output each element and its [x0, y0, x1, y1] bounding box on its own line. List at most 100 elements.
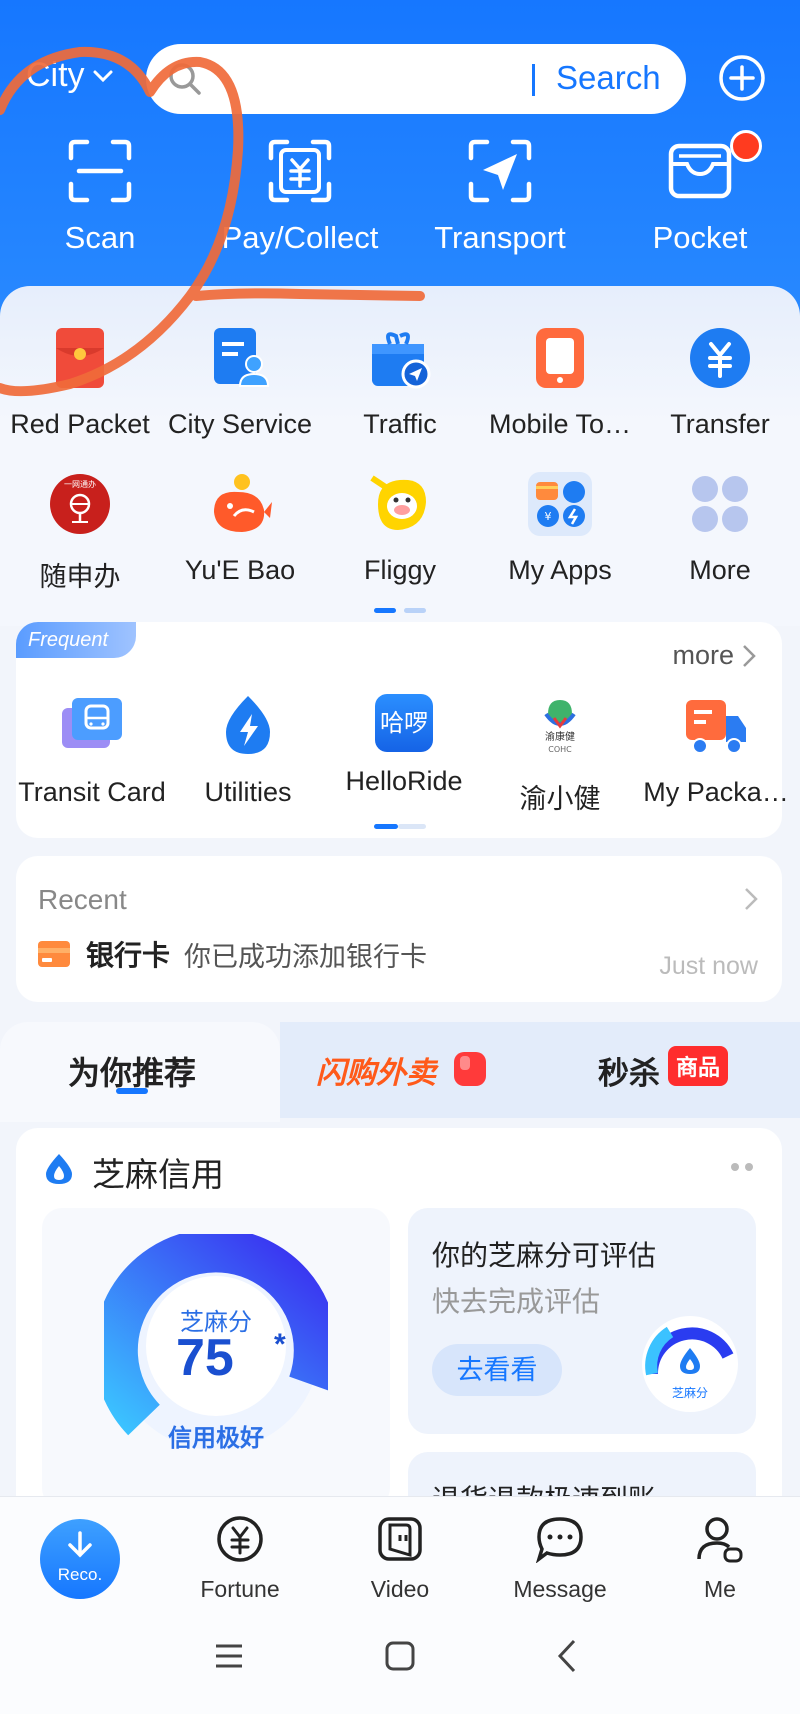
frequent-more-link[interactable]: more	[672, 640, 758, 671]
search-icon	[169, 63, 201, 95]
app-label: HelloRide	[345, 766, 463, 796]
flash-delivery-icon	[454, 1052, 486, 1086]
quick-action-transport[interactable]: Transport	[400, 136, 600, 266]
tab-label: Reco.	[57, 1565, 103, 1584]
city-service-icon	[214, 328, 270, 387]
pager-dot	[404, 608, 427, 613]
bank-card-label: 银行卡	[86, 940, 171, 971]
frequent-row: Transit Card Utilities 哈啰 HelloRide 渝康健 C…	[14, 694, 794, 816]
search-button[interactable]: Search	[556, 59, 661, 97]
city-selector[interactable]: City	[26, 56, 115, 95]
traffic-icon	[372, 332, 431, 389]
tab-active-indicator	[116, 1088, 148, 1094]
my-package-icon	[686, 700, 746, 754]
tab-flash-delivery[interactable]: 闪购外卖	[280, 1022, 530, 1118]
recent-label: Recent	[38, 884, 127, 915]
quick-action-pocket[interactable]: Pocket	[600, 130, 800, 266]
sesame-estimate-panel[interactable]: 你的芝麻分可评估 快去完成评估 去看看 芝麻分	[408, 1208, 756, 1434]
app-label: Transfer	[670, 409, 770, 439]
quick-actions: Scan Pay/Collect Transport Pocket	[0, 130, 800, 266]
app-label: Mobile To…	[488, 409, 632, 439]
yuebao-icon	[214, 474, 272, 532]
app-label: Utilities	[204, 777, 292, 807]
tab-label: Video	[370, 1576, 430, 1602]
message-icon	[535, 1517, 583, 1564]
app-fliggy[interactable]: Fliggy	[320, 472, 480, 594]
scan-icon	[68, 139, 132, 203]
estimate-view-button[interactable]: 去看看	[432, 1344, 562, 1396]
red-packet-icon	[56, 328, 104, 388]
fortune-icon	[217, 1516, 263, 1562]
sesame-title: 芝麻信用	[92, 1156, 224, 1193]
app-label: Fliggy	[363, 555, 437, 585]
menu-icon[interactable]	[214, 1642, 244, 1670]
search-divider	[532, 64, 535, 96]
city-label: City	[26, 56, 85, 94]
add-icon[interactable]	[718, 54, 766, 102]
more-apps-icon	[692, 476, 748, 532]
app-mobile-topup[interactable]: Mobile To…	[480, 326, 640, 440]
helloride-icon: 哈啰	[375, 694, 433, 752]
app-label: Traffic	[363, 409, 437, 439]
tab-label: 闪购外卖	[316, 1057, 436, 1090]
quick-action-scan[interactable]: Scan	[0, 136, 200, 266]
more-label: more	[672, 640, 734, 670]
svg-text:COHC: COHC	[548, 745, 572, 754]
app-label: 随申办	[39, 562, 121, 592]
app-more[interactable]: More	[640, 472, 800, 594]
video-icon	[378, 1517, 422, 1561]
system-nav-bar	[0, 1620, 800, 1700]
tab-label: Message	[513, 1576, 607, 1602]
tab-reco[interactable]: Reco.	[40, 1519, 120, 1599]
sesame-score: 75	[176, 1329, 234, 1387]
tab-flash-sale[interactable]: 秒杀 商品	[530, 1022, 800, 1118]
app-suishenban[interactable]: 一网通办 随申办	[0, 472, 160, 594]
app-red-packet[interactable]: Red Packet	[0, 326, 160, 440]
sesame-score-mark: *	[274, 1328, 286, 1361]
transfer-icon	[690, 328, 750, 388]
tab-video[interactable]: Video	[340, 1515, 460, 1603]
quick-action-label: Transport	[434, 220, 566, 255]
back-icon[interactable]	[556, 1638, 578, 1674]
app-label: Red Packet	[10, 409, 150, 439]
app-yuebao[interactable]: Yu'E Bao	[160, 472, 320, 594]
utilities-icon	[226, 696, 270, 754]
home-icon[interactable]	[384, 1640, 416, 1672]
sesame-gauge[interactable]: 芝麻分 75 * 信用极好	[42, 1208, 390, 1508]
app-city-service[interactable]: City Service	[160, 326, 320, 440]
app-grid-row-2: 一网通办 随申办 Yu'E Bao Fliggy ¥ My Apps More	[0, 472, 800, 594]
tab-message[interactable]: Message	[500, 1515, 620, 1603]
frequent-transit-card[interactable]: Transit Card	[14, 694, 170, 816]
recent-card[interactable]: Recent 银行卡 你已成功添加银行卡 Just now	[16, 856, 782, 1002]
app-traffic[interactable]: Traffic	[320, 326, 480, 440]
chevron-down-icon	[93, 70, 113, 82]
search-input[interactable]: Search	[146, 44, 686, 114]
app-grid-pager	[374, 600, 427, 618]
svg-text:一网通办: 一网通办	[64, 479, 96, 489]
sesame-logo-icon	[46, 1154, 72, 1184]
app-label: My Apps	[508, 555, 612, 585]
app-my-apps[interactable]: ¥ My Apps	[480, 472, 640, 594]
frequent-helloride[interactable]: 哈啰 HelloRide	[326, 694, 482, 816]
app-label: My Packa…	[643, 777, 789, 807]
my-apps-icon: ¥	[528, 472, 592, 536]
pager-dot-active	[374, 608, 396, 613]
recent-message: 你已成功添加银行卡	[184, 941, 428, 972]
frequent-my-package[interactable]: My Packa…	[638, 694, 794, 816]
quick-action-label: Pocket	[652, 220, 748, 255]
tab-fortune[interactable]: Fortune	[180, 1515, 300, 1603]
tab-recommended[interactable]: 为你推荐	[0, 1022, 280, 1122]
quick-action-label: Pay/Collect	[221, 220, 379, 255]
more-options-icon[interactable]	[730, 1162, 756, 1172]
mini-badge-label: 芝麻分	[671, 1386, 708, 1400]
app-transfer[interactable]: Transfer	[640, 326, 800, 440]
app-label: Transit Card	[18, 777, 166, 807]
quick-action-pay-collect[interactable]: Pay/Collect	[200, 136, 400, 266]
app-label: City Service	[167, 409, 313, 439]
frequent-utilities[interactable]: Utilities	[170, 694, 326, 816]
app-label: More	[689, 555, 751, 585]
app-label: Yu'E Bao	[184, 555, 296, 585]
frequent-yuxiaojian[interactable]: 渝康健 COHC 渝小健	[482, 694, 638, 816]
tab-me[interactable]: Me	[660, 1515, 780, 1603]
frequent-pager	[374, 816, 426, 834]
